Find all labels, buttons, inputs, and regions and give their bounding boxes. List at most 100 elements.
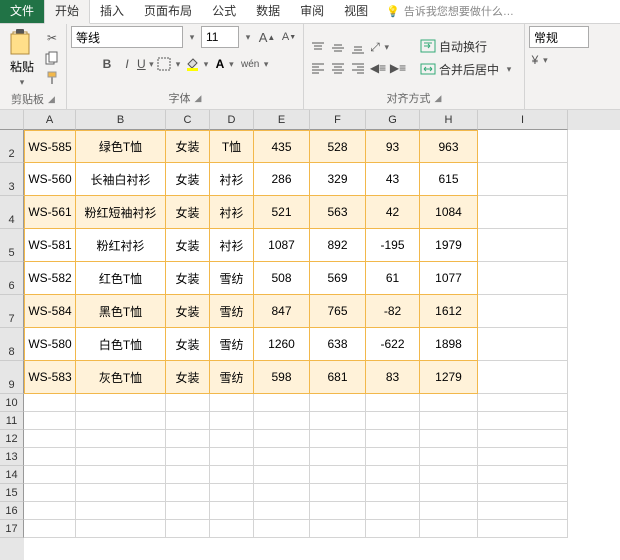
cell[interactable] xyxy=(478,130,568,163)
cell[interactable] xyxy=(478,229,568,262)
cell[interactable] xyxy=(420,484,478,502)
tab-review[interactable]: 审阅 xyxy=(290,0,334,23)
row-header[interactable]: 8 xyxy=(0,328,24,361)
row-header[interactable]: 12 xyxy=(0,430,24,448)
cell[interactable] xyxy=(420,520,478,538)
chevron-down-icon[interactable]: ▾ xyxy=(185,32,199,43)
cell[interactable] xyxy=(254,394,310,412)
cell[interactable]: 847 xyxy=(254,295,310,328)
row-header[interactable]: 4 xyxy=(0,196,24,229)
cell[interactable]: 615 xyxy=(420,163,478,196)
cell[interactable]: -82 xyxy=(366,295,420,328)
cell[interactable] xyxy=(210,484,254,502)
row-header[interactable]: 17 xyxy=(0,520,24,538)
align-bottom-button[interactable] xyxy=(348,38,368,58)
cell[interactable]: 93 xyxy=(366,130,420,163)
cell[interactable] xyxy=(166,484,210,502)
cell[interactable] xyxy=(254,484,310,502)
cell[interactable] xyxy=(420,412,478,430)
tab-data[interactable]: 数据 xyxy=(246,0,290,23)
cell[interactable] xyxy=(24,502,76,520)
cell[interactable] xyxy=(478,448,568,466)
cell[interactable]: 765 xyxy=(310,295,366,328)
cell[interactable]: 42 xyxy=(366,196,420,229)
cell[interactable] xyxy=(254,502,310,520)
cell[interactable] xyxy=(478,295,568,328)
column-header[interactable]: D xyxy=(210,110,254,130)
row-header[interactable]: 7 xyxy=(0,295,24,328)
bold-button[interactable]: B xyxy=(97,54,117,74)
cell[interactable]: WS-585 xyxy=(24,130,76,163)
orientation-button[interactable]: ⤢▾ xyxy=(368,38,396,58)
cell[interactable] xyxy=(210,520,254,538)
tab-home[interactable]: 开始 xyxy=(44,0,90,24)
increase-font-button[interactable]: A▲ xyxy=(257,27,277,47)
cell[interactable] xyxy=(310,394,366,412)
fill-color-button[interactable]: ▾ xyxy=(185,54,213,74)
cell[interactable] xyxy=(166,394,210,412)
cell[interactable] xyxy=(166,412,210,430)
cell[interactable] xyxy=(166,502,210,520)
row-header[interactable]: 11 xyxy=(0,412,24,430)
cell[interactable] xyxy=(366,394,420,412)
cell[interactable]: 女装 xyxy=(166,196,210,229)
chevron-down-icon[interactable]: ▾ xyxy=(241,32,255,43)
align-top-button[interactable] xyxy=(308,38,328,58)
grid-body[interactable]: WS-585绿色T恤女装T恤43552893963WS-560长袖白衬衫女装衬衫… xyxy=(24,130,620,538)
tell-me-search[interactable]: 💡 告诉我您想要做什么… xyxy=(378,0,620,23)
cell[interactable] xyxy=(76,412,166,430)
cell[interactable]: 雪纺 xyxy=(210,295,254,328)
cell[interactable] xyxy=(366,502,420,520)
cell[interactable]: WS-560 xyxy=(24,163,76,196)
cell[interactable] xyxy=(366,412,420,430)
cell[interactable]: 528 xyxy=(310,130,366,163)
cell[interactable] xyxy=(420,430,478,448)
cell[interactable] xyxy=(366,430,420,448)
column-header[interactable]: E xyxy=(254,110,310,130)
column-header[interactable]: H xyxy=(420,110,478,130)
row-header[interactable]: 3 xyxy=(0,163,24,196)
cell[interactable] xyxy=(420,448,478,466)
row-header[interactable]: 13 xyxy=(0,448,24,466)
cut-button[interactable]: ✂ xyxy=(42,28,62,48)
cell[interactable]: 女装 xyxy=(166,361,210,394)
cell[interactable]: WS-581 xyxy=(24,229,76,262)
cell[interactable] xyxy=(310,448,366,466)
cell[interactable] xyxy=(210,448,254,466)
underline-button[interactable]: U▾ xyxy=(137,54,157,74)
cell[interactable]: 女装 xyxy=(166,163,210,196)
cell[interactable] xyxy=(310,430,366,448)
cell[interactable]: 1898 xyxy=(420,328,478,361)
cell[interactable]: 1979 xyxy=(420,229,478,262)
cell[interactable] xyxy=(310,412,366,430)
cell[interactable] xyxy=(76,394,166,412)
cell[interactable] xyxy=(478,520,568,538)
row-header[interactable]: 5 xyxy=(0,229,24,262)
cell[interactable]: 雪纺 xyxy=(210,361,254,394)
dialog-launcher-icon[interactable]: ◢ xyxy=(195,93,202,104)
tab-view[interactable]: 视图 xyxy=(334,0,378,23)
cell[interactable] xyxy=(478,502,568,520)
cell[interactable]: 女装 xyxy=(166,262,210,295)
cell[interactable] xyxy=(478,430,568,448)
cell[interactable] xyxy=(420,502,478,520)
cell[interactable]: WS-582 xyxy=(24,262,76,295)
cell[interactable] xyxy=(76,502,166,520)
cell[interactable] xyxy=(76,466,166,484)
font-name-combo[interactable]: 等线 xyxy=(71,26,183,48)
row-header[interactable]: 9 xyxy=(0,361,24,394)
select-all-corner[interactable] xyxy=(0,110,24,130)
cell[interactable]: T恤 xyxy=(210,130,254,163)
cell[interactable] xyxy=(366,466,420,484)
cell[interactable]: 雪纺 xyxy=(210,262,254,295)
cell[interactable] xyxy=(310,520,366,538)
cell[interactable] xyxy=(210,466,254,484)
cell[interactable] xyxy=(166,520,210,538)
row-header[interactable]: 6 xyxy=(0,262,24,295)
cell[interactable]: 43 xyxy=(366,163,420,196)
cell[interactable] xyxy=(478,262,568,295)
cell[interactable]: 61 xyxy=(366,262,420,295)
decrease-indent-button[interactable]: ◀≡ xyxy=(368,58,388,78)
cell[interactable] xyxy=(310,484,366,502)
cell[interactable]: 569 xyxy=(310,262,366,295)
